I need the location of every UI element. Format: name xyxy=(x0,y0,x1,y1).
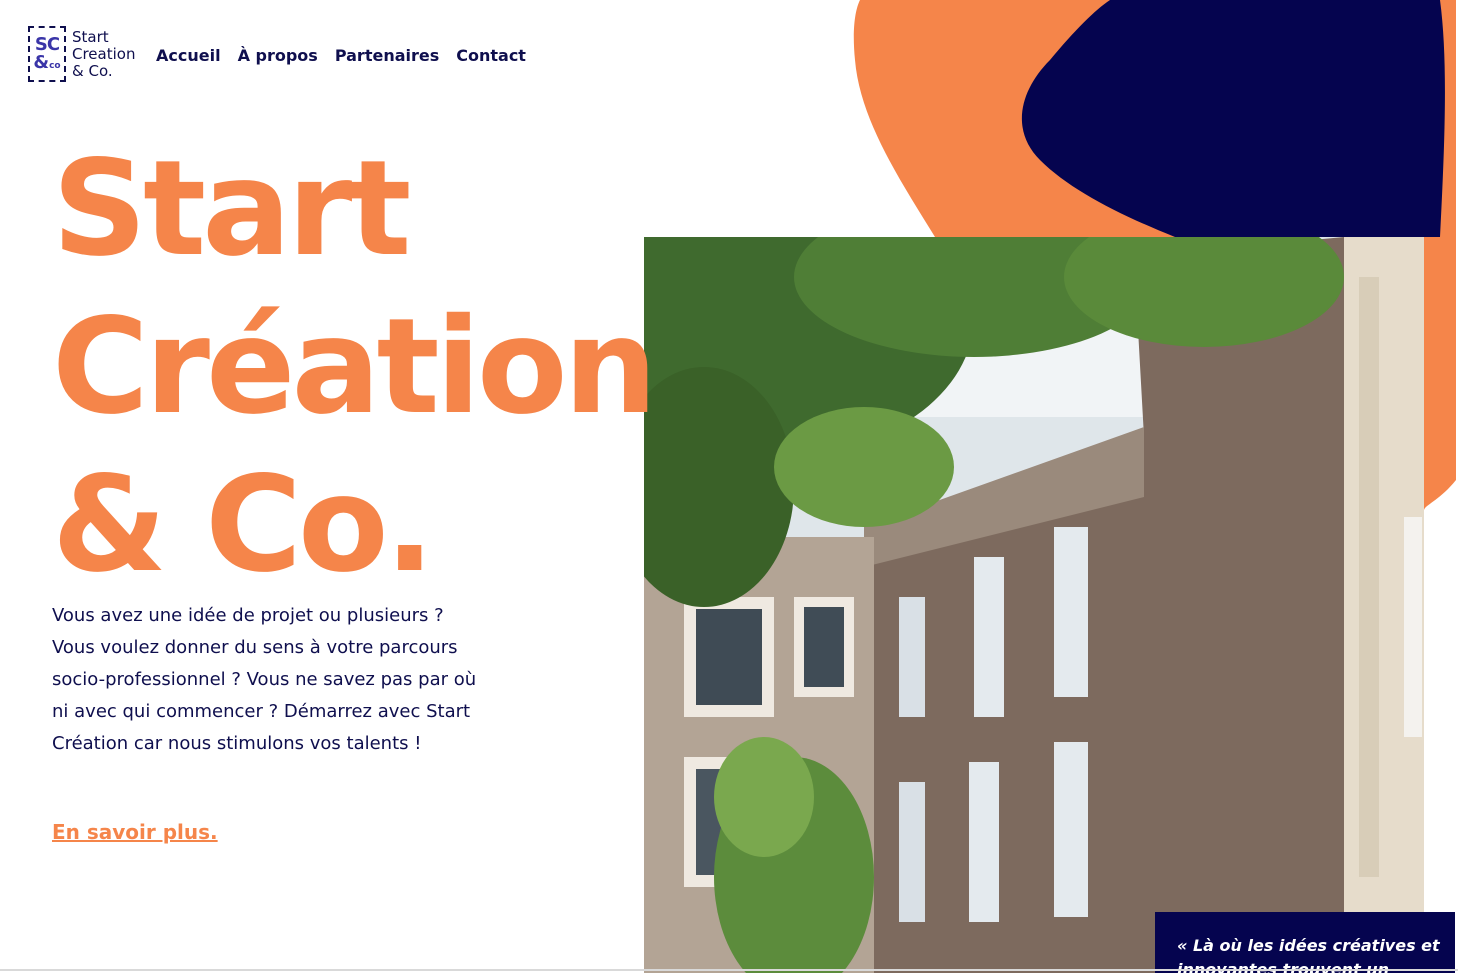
hero-title-line1: Start xyxy=(52,132,411,286)
nav-item-a-propos[interactable]: À propos xyxy=(238,46,318,65)
hero-photo xyxy=(644,237,1424,973)
learn-more-link[interactable]: En savoir plus. xyxy=(52,820,218,844)
bottom-divider xyxy=(0,969,1458,971)
logo-text-line3: & Co. xyxy=(72,61,113,80)
nav-item-contact[interactable]: Contact xyxy=(456,46,526,65)
hero-title-line3: & Co. xyxy=(52,448,435,602)
page: SC &co Start Creation & Co. Accueil À pr… xyxy=(0,0,1458,973)
hero-title: Start Création & Co. xyxy=(52,130,658,604)
logo-text-line1: Start xyxy=(72,27,109,46)
logo-mark-icon: SC &co xyxy=(28,26,66,82)
hero-intro: Vous avez une idée de projet ou plusieur… xyxy=(52,605,477,754)
main-nav: Accueil À propos Partenaires Contact xyxy=(156,46,526,65)
nav-item-accueil[interactable]: Accueil xyxy=(156,46,221,65)
quote-text: « Là où les idées créatives et innovante… xyxy=(1177,936,1440,973)
hero-title-line2: Création xyxy=(52,290,658,444)
logo-mark-amp: &co xyxy=(33,54,60,72)
logo-mark-amp-char: & xyxy=(33,52,50,73)
logo-text: Start Creation & Co. xyxy=(72,27,136,80)
quote-box: « Là où les idées créatives et innovante… xyxy=(1155,912,1455,973)
site-logo[interactable]: SC &co Start Creation & Co. xyxy=(28,26,135,82)
building-illustration xyxy=(644,237,1424,973)
nav-item-partenaires[interactable]: Partenaires xyxy=(335,46,439,65)
logo-text-line2: Creation xyxy=(72,44,136,63)
logo-mark-co: co xyxy=(49,61,61,71)
